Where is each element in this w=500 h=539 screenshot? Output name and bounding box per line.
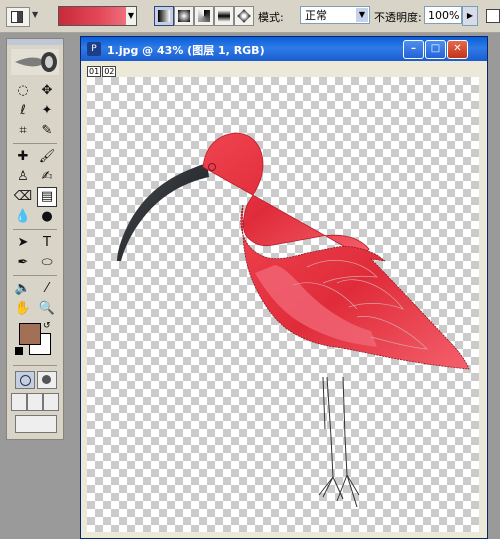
- ruler-tab: 01: [87, 66, 102, 77]
- blur-tool[interactable]: 💧: [13, 207, 33, 227]
- jump-to-imageready-button[interactable]: [15, 415, 57, 433]
- move-tool[interactable]: ✥: [37, 81, 57, 101]
- ibis-artwork: [117, 132, 470, 508]
- photoshop-logo-icon[interactable]: [11, 49, 59, 75]
- document-titlebar[interactable]: P 1.jpg @ 43% (图层 1, RGB) – □ ✕: [81, 37, 487, 61]
- screen-mode-standard-button[interactable]: [11, 393, 27, 411]
- mode-label: 模式:: [258, 11, 284, 24]
- chevron-down-icon[interactable]: ▼: [32, 10, 38, 19]
- document-window: P 1.jpg @ 43% (图层 1, RGB) – □ ✕ 01 02: [80, 36, 488, 539]
- brush-tool[interactable]: 🖌: [37, 147, 57, 167]
- swap-colors-icon[interactable]: ↺: [43, 321, 51, 331]
- chevron-down-icon: ▼: [356, 8, 368, 22]
- path-selection-tool[interactable]: ➤: [13, 233, 33, 253]
- foreground-color-swatch[interactable]: [19, 323, 41, 345]
- image-canvas[interactable]: [87, 77, 479, 532]
- history-brush-tool[interactable]: ✍: [37, 167, 57, 187]
- screen-mode-full-button[interactable]: [43, 393, 59, 411]
- close-button[interactable]: ✕: [447, 40, 468, 59]
- dodge-tool[interactable]: ●: [37, 207, 57, 227]
- maximize-button[interactable]: □: [425, 40, 446, 59]
- clone-stamp-tool[interactable]: ♙: [13, 167, 33, 187]
- lasso-tool[interactable]: ℓ: [13, 101, 33, 121]
- ibis-legs: [318, 376, 360, 508]
- type-tool[interactable]: T: [37, 233, 57, 253]
- eraser-tool[interactable]: ⌫: [13, 187, 33, 207]
- gradient-swatch[interactable]: [58, 6, 128, 26]
- mode-value: 正常: [305, 9, 327, 22]
- notes-tool[interactable]: 🔈: [13, 279, 33, 299]
- radial-gradient-button[interactable]: [174, 6, 194, 26]
- minimize-button[interactable]: –: [403, 40, 424, 59]
- shape-tool[interactable]: ⬭: [37, 253, 57, 273]
- ruler-indicator: 01 02: [87, 66, 117, 77]
- gradient-tool-icon: [11, 11, 23, 23]
- eyedropper-tool[interactable]: ⁄: [37, 279, 57, 299]
- opacity-input[interactable]: 100%: [424, 6, 462, 24]
- document-title: 1.jpg @ 43% (图层 1, RGB): [107, 44, 265, 57]
- ruler-tab: 02: [102, 66, 117, 77]
- diamond-gradient-button[interactable]: [234, 6, 254, 26]
- marquee-tool[interactable]: ◌: [13, 81, 33, 101]
- ibis-head-neck: [202, 132, 370, 258]
- default-colors-icon[interactable]: [15, 347, 23, 355]
- tool-preset-picker[interactable]: [6, 7, 30, 27]
- angle-gradient-button[interactable]: [194, 6, 214, 26]
- document-icon: P: [87, 42, 101, 56]
- options-bar: ▼ ▼ 模式: 正常 ▼ 不透明度: 100% ▶: [0, 0, 500, 33]
- magic-wand-tool[interactable]: ✦: [37, 101, 57, 121]
- standard-mode-button[interactable]: [15, 371, 35, 389]
- screen-mode-full-menu-button[interactable]: [27, 393, 43, 411]
- gradient-tool[interactable]: ▤: [37, 187, 57, 207]
- toolbox-grip[interactable]: [7, 39, 63, 45]
- ibis-beak: [117, 163, 209, 261]
- crop-tool[interactable]: ⌗: [13, 121, 33, 141]
- healing-brush-tool[interactable]: ✚: [13, 147, 33, 167]
- zoom-tool[interactable]: 🔍: [37, 299, 57, 319]
- gradient-dropdown-button[interactable]: ▼: [126, 6, 137, 26]
- quick-mask-button[interactable]: [37, 371, 57, 389]
- option-checkbox[interactable]: [486, 9, 500, 23]
- toolbox: ◌ ✥ ℓ ✦ ⌗ ✎ ✚ 🖌 ♙ ✍ ⌫ ▤ 💧 ● ➤ T ✒ ⬭ 🔈 ⁄ …: [6, 38, 64, 440]
- opacity-slider-button[interactable]: ▶: [462, 6, 478, 26]
- mode-select[interactable]: 正常 ▼: [300, 6, 370, 24]
- slice-tool[interactable]: ✎: [37, 121, 57, 141]
- linear-gradient-button[interactable]: [154, 6, 174, 26]
- pen-tool[interactable]: ✒: [13, 253, 33, 273]
- opacity-label: 不透明度:: [374, 11, 422, 24]
- reflected-gradient-button[interactable]: [214, 6, 234, 26]
- hand-tool[interactable]: ✋: [13, 299, 33, 319]
